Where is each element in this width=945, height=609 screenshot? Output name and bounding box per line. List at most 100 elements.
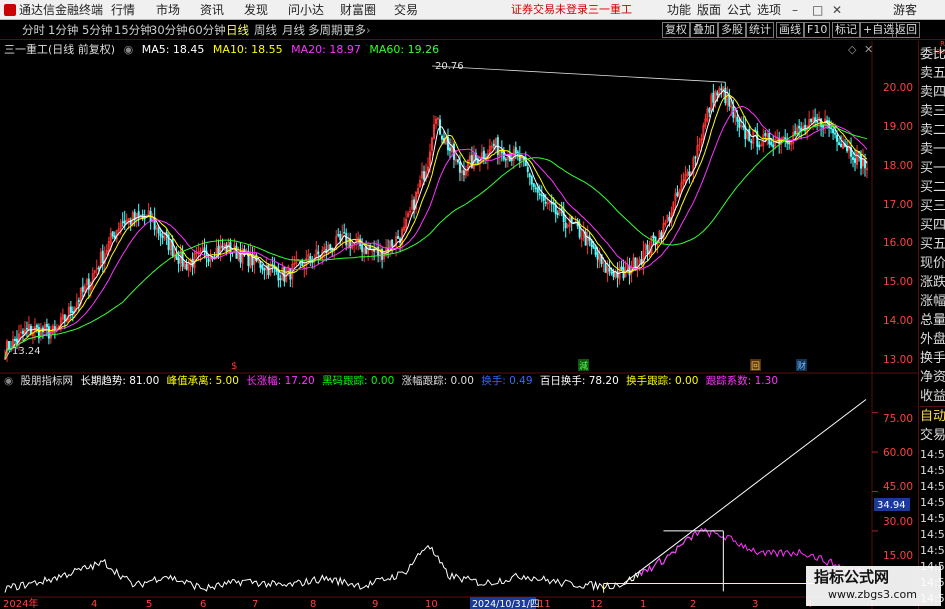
period-tab[interactable]: 30分钟 — [150, 22, 188, 38]
sidebar-item[interactable]: 总量 — [920, 311, 945, 331]
date-tick: 12 — [590, 599, 603, 609]
sidebar-item[interactable]: 外盘 — [920, 330, 945, 350]
login-alert[interactable]: 证券交易未登录 — [511, 0, 588, 20]
candle-body — [456, 159, 459, 163]
guest-login[interactable]: 游客 — [893, 0, 917, 20]
close-icon[interactable]: ✕ — [832, 0, 842, 20]
candle-body — [221, 245, 224, 248]
period-tab-more[interactable]: 更多 — [343, 22, 366, 38]
menu-item[interactable]: 资讯 — [200, 0, 224, 20]
period-tab[interactable]: 多周期 — [308, 22, 343, 38]
menu-item[interactable]: 发现 — [244, 0, 268, 20]
more-arrow-icon[interactable]: › — [366, 22, 371, 38]
candle-body — [738, 119, 741, 128]
quote-sidebar: R 300 委比 卖五 卖四 卖三 卖二 卖一 买一 买二 买三 买四 买五 现价… — [918, 40, 945, 609]
period-tab[interactable]: 1分钟 — [48, 22, 78, 38]
sidebar-item[interactable]: 买三 — [920, 197, 945, 217]
candle-body — [261, 265, 264, 270]
period-tab[interactable]: 5分钟 — [82, 22, 112, 38]
chart-close-icon[interactable]: ✕ — [864, 43, 873, 56]
event-marker[interactable]: 财 — [797, 360, 806, 372]
sidebar-item[interactable]: 买二 — [920, 178, 945, 198]
legend-toggle-icon[interactable]: ◉ — [124, 43, 134, 56]
toolbar-button[interactable]: 标记 — [832, 22, 860, 38]
date-tick: 1 — [640, 599, 646, 609]
candle-body — [594, 247, 597, 255]
period-tab[interactable]: 周线 — [254, 22, 277, 38]
sidebar-item[interactable]: 涨跌 — [920, 273, 945, 293]
indicator-toggle-icon[interactable]: ◉ — [4, 375, 13, 387]
toolbar-button[interactable]: 返回 — [892, 22, 920, 38]
menu-layout[interactable]: 版面 — [697, 0, 721, 20]
candle-body — [724, 88, 727, 104]
candle-body — [590, 240, 593, 247]
period-tab-daily[interactable]: 日线 — [226, 22, 249, 38]
event-marker[interactable]: 回 — [751, 361, 760, 372]
sidebar-item[interactable]: 收益 — [920, 387, 945, 407]
sidebar-item[interactable]: 买一 — [920, 159, 945, 179]
sidebar-item[interactable]: 卖一 — [920, 140, 945, 160]
period-toolbar: 分时 1分钟 5分钟 15分钟 30分钟 60分钟 日线 周线 月线 多周期 更… — [0, 20, 945, 40]
sidebar-item[interactable]: 卖二 — [920, 121, 945, 141]
indicator-name[interactable]: 股朋指标网 — [21, 375, 74, 387]
sidebar-item[interactable]: 卖四 — [920, 83, 945, 103]
menu-item[interactable]: 财富圈 — [340, 0, 376, 20]
candle-body — [101, 250, 104, 263]
period-tab[interactable]: 分时 — [22, 22, 45, 38]
menu-formula[interactable]: 公式 — [727, 0, 751, 20]
toolbar-button[interactable]: 统计 — [746, 22, 774, 38]
menu-item[interactable]: 行情 — [111, 0, 135, 20]
minimize-icon[interactable]: – — [792, 0, 798, 20]
toolbar-button[interactable]: 多股 — [718, 22, 746, 38]
candle-body — [157, 227, 160, 234]
menu-function[interactable]: 功能 — [667, 0, 691, 20]
menu-item[interactable]: 问小达 — [288, 0, 324, 20]
sidebar-item[interactable]: 买四 — [920, 216, 945, 236]
price-tick: 15.00 — [883, 276, 913, 288]
indicator-item: 黑码跟踪: 0.00 — [322, 375, 395, 387]
candle-body — [191, 258, 194, 268]
chart-settings-icon[interactable]: ◇ — [848, 43, 857, 56]
sidebar-item[interactable]: 涨幅 — [920, 292, 945, 312]
indicator-tick: 60.00 — [883, 447, 913, 459]
menu-item[interactable]: 交易 — [394, 0, 418, 20]
sidebar-item[interactable]: 买五 — [920, 235, 945, 255]
period-tab[interactable]: 60分钟 — [188, 22, 226, 38]
candle-body — [838, 142, 841, 145]
sidebar-item[interactable]: 卖五 — [920, 64, 945, 84]
sidebar-trade[interactable]: 交易 — [920, 426, 945, 446]
sidebar-auto[interactable]: 自动 — [920, 407, 945, 427]
app-brand: 通达信金融终端 — [4, 0, 103, 20]
event-marker[interactable]: 減 — [579, 360, 588, 372]
date-tick: 3 — [752, 599, 758, 609]
candle-body — [764, 133, 767, 136]
candle-body — [544, 201, 547, 204]
kline-chart[interactable]: 20.00 19.00 18.00 17.00 16.00 15.00 14.0… — [0, 41, 918, 609]
toolbar-button[interactable]: 画线 — [776, 22, 804, 38]
indicator-tick: 75.00 — [883, 413, 913, 425]
sidebar-item[interactable]: 净资 — [920, 368, 945, 388]
menu-item[interactable]: 市场 — [156, 0, 180, 20]
price-tick: 13.00 — [883, 354, 913, 366]
sidebar-item[interactable]: 换手 — [920, 349, 945, 369]
candle-body — [712, 92, 715, 103]
period-tab[interactable]: 15分钟 — [114, 22, 152, 38]
stock-name-tab[interactable]: 三一重工 — [588, 0, 632, 20]
high-price-pointer — [431, 65, 726, 83]
maximize-icon[interactable]: □ — [812, 0, 823, 20]
tick-time: 14:56 — [920, 464, 945, 477]
kline-chart-area[interactable]: 20.00 19.00 18.00 17.00 16.00 15.00 14.0… — [0, 41, 918, 609]
toolbar-button[interactable]: F10 — [804, 22, 831, 38]
candle-body — [840, 143, 843, 147]
period-tab[interactable]: 月线 — [282, 22, 305, 38]
sidebar-item[interactable]: 卖三 — [920, 102, 945, 122]
sidebar-item[interactable]: 现价 — [920, 254, 945, 274]
sidebar-item[interactable]: 委比 — [920, 45, 945, 65]
watermark-title: 指标公式网 — [814, 568, 890, 586]
candle-body — [852, 157, 855, 160]
toolbar-button[interactable]: 叠加 — [690, 22, 718, 38]
event-marker[interactable]: $ — [231, 361, 237, 372]
menu-options[interactable]: 选项 — [757, 0, 781, 20]
main-legend: 三一重工(日线 前复权) ◉ MA5: 18.45 MA10: 18.55 MA… — [4, 43, 444, 57]
toolbar-button[interactable]: 复权 — [662, 22, 690, 38]
